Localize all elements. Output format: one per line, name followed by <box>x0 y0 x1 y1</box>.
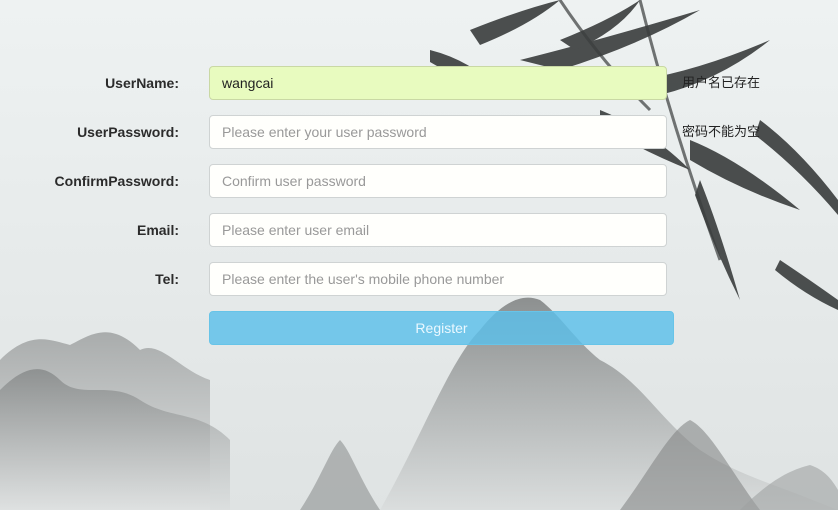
username-row: UserName: 用户名已存在 <box>0 66 838 100</box>
password-row: UserPassword: 密码不能为空 <box>0 115 838 149</box>
password-label: UserPassword: <box>77 124 179 140</box>
tel-input[interactable] <box>209 262 667 296</box>
username-label: UserName: <box>105 75 179 91</box>
email-input[interactable] <box>209 213 667 247</box>
confirm-password-input[interactable] <box>209 164 667 198</box>
username-input[interactable] <box>209 66 667 100</box>
password-hint: 密码不能为空 <box>682 124 761 139</box>
register-button[interactable]: Register <box>209 311 674 345</box>
email-label: Email: <box>136 222 179 238</box>
register-form: UserName: 用户名已存在 UserPassword: 密码不能为空 Co… <box>0 0 838 510</box>
email-row: Email: <box>0 213 838 247</box>
confirm-password-row: ConfirmPassword: <box>0 164 838 198</box>
confirm-password-label: ConfirmPassword: <box>54 173 179 189</box>
tel-row: Tel: <box>0 262 838 296</box>
username-hint: 用户名已存在 <box>682 75 761 90</box>
tel-label: Tel: <box>155 271 179 287</box>
password-input[interactable] <box>209 115 667 149</box>
